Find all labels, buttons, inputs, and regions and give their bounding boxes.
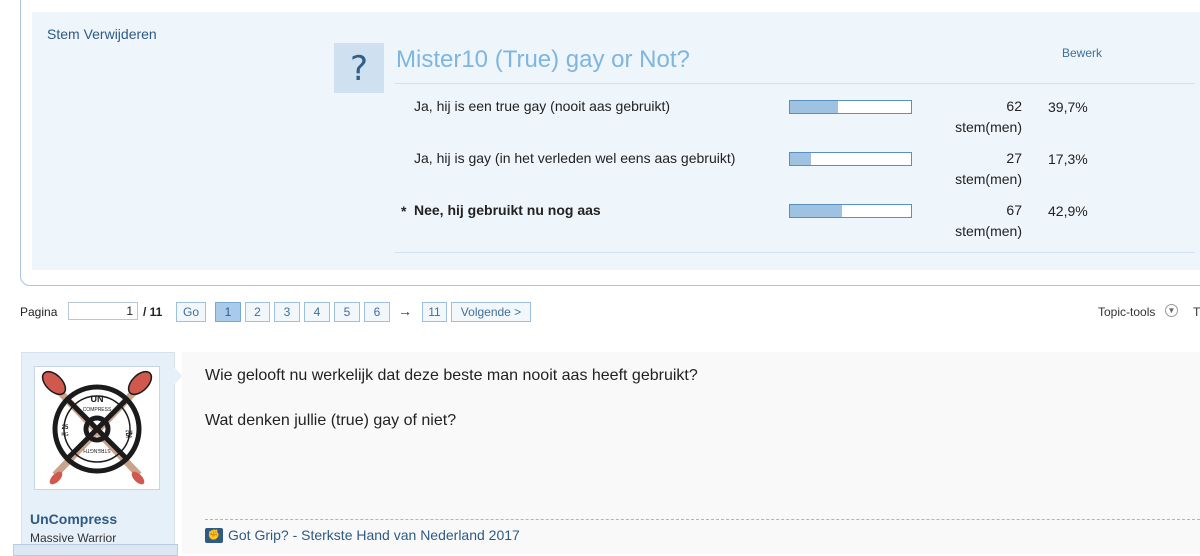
edit-poll-link[interactable]: Bewerk (1062, 46, 1102, 60)
logo-text-unit-right: KG (125, 428, 132, 434)
poll-vote-percent: 17,3% (1048, 151, 1088, 167)
signature-link[interactable]: Got Grip? - Sterkste Hand van Nederland … (228, 527, 520, 543)
poll-vote-count: 62 stem(men) (940, 96, 1022, 138)
user-panel-tab[interactable] (13, 544, 178, 556)
next-page-button[interactable]: Volgende > (451, 302, 531, 322)
page-number-input[interactable] (68, 302, 138, 320)
logo-text-weight-left: 25 (62, 425, 69, 431)
poll-option-label: Ja, hij is gay (in het verleden wel eens… (414, 150, 736, 166)
page-button[interactable]: 3 (274, 302, 300, 322)
page-button[interactable]: 4 (304, 302, 330, 322)
username-link[interactable]: UnCompress (30, 511, 117, 527)
poll-result-bar (789, 204, 912, 218)
vote-count-value: 67 (1006, 202, 1022, 218)
question-icon: ? (334, 43, 384, 93)
poll-option-label: Ja, hij is een true gay (nooit aas gebru… (414, 98, 671, 114)
go-button[interactable]: Go (176, 302, 206, 322)
avatar[interactable]: UN COMPRESS 25 KG 25 KG STRENGTH (34, 366, 160, 490)
signature-divider (205, 519, 1200, 520)
post-text-line: Wie gelooft nu werkelijk dat deze beste … (205, 367, 698, 384)
user-rank: Massive Warrior (30, 531, 117, 545)
post-text-line: Wat denken jullie (true) gay of niet? (205, 412, 457, 429)
page-total: / 11 (143, 305, 163, 319)
delete-vote-link[interactable]: Stem Verwijderen (47, 26, 157, 42)
poll-vote-count: 67 stem(men) (940, 200, 1022, 242)
poll-footer-band (32, 270, 1200, 282)
last-page-button[interactable]: 11 (422, 302, 447, 322)
selected-vote-marker: * (401, 203, 407, 219)
page-button[interactable]: 6 (364, 302, 390, 322)
page-button[interactable]: 2 (245, 302, 270, 322)
poll-vote-percent: 42,9% (1048, 203, 1088, 219)
arrow-right-icon: → (398, 303, 412, 319)
poll-divider (395, 252, 1195, 253)
poll-result-fill (790, 101, 839, 113)
poll-result-fill (790, 153, 811, 165)
poll-divider (395, 83, 1195, 84)
truncated-menu-label[interactable]: T (1193, 305, 1200, 319)
grip-icon: ✊ (205, 528, 223, 543)
logo-text-brand: COMPRESS (83, 407, 112, 413)
vote-count-unit: stem(men) (955, 119, 1022, 135)
page-button[interactable]: 5 (334, 302, 360, 322)
pagination-label: Pagina (20, 305, 58, 319)
vote-count-unit: stem(men) (955, 171, 1022, 187)
poll-vote-count: 27 stem(men) (940, 148, 1022, 190)
page-button-current[interactable]: 1 (215, 302, 241, 322)
user-panel-pointer (173, 366, 182, 386)
vote-count-value: 27 (1006, 150, 1022, 166)
poll-result-fill (790, 205, 842, 217)
poll-vote-percent: 39,7% (1048, 99, 1088, 115)
uncompress-logo-icon: UN COMPRESS 25 KG 25 KG STRENGTH (41, 370, 153, 485)
logo-text-top: UN (91, 394, 104, 404)
logo-text-bottom: STRENGTH (83, 447, 111, 453)
vote-count-unit: stem(men) (955, 223, 1022, 239)
vote-count-value: 62 (1006, 98, 1022, 114)
topic-tools-menu[interactable]: Topic-tools (1098, 305, 1155, 319)
logo-text-unit-left: KG (61, 432, 68, 438)
poll-result-bar (789, 100, 912, 114)
poll-result-bar (789, 152, 912, 166)
poll-option-label: Nee, hij gebruikt nu nog aas (414, 202, 601, 218)
poll-title: Mister10 (True) gay or Not? (396, 46, 690, 73)
chevron-down-icon[interactable]: ▼ (1165, 304, 1178, 317)
